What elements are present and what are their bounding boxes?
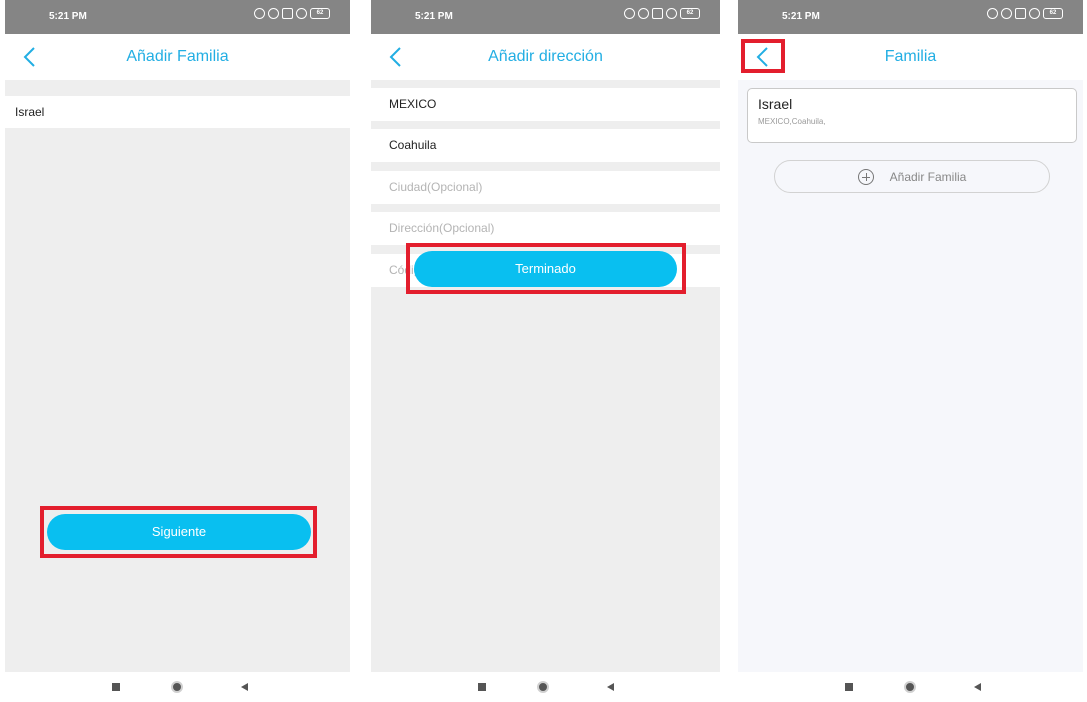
status-bar: 5:21 PM 62 bbox=[5, 0, 350, 34]
header: Añadir Familia bbox=[5, 34, 350, 80]
status-time: 5:21 PM bbox=[415, 11, 453, 22]
page-title: Añadir dirección bbox=[488, 48, 603, 65]
page-title: Familia bbox=[884, 48, 937, 65]
state-field[interactable]: Coahuila bbox=[371, 129, 720, 162]
content-area: Israel bbox=[5, 80, 350, 672]
battery-icon: 62 bbox=[310, 8, 330, 19]
nav-recent-icon[interactable] bbox=[112, 683, 120, 691]
alarm-icon bbox=[268, 8, 279, 19]
content-area: Israel MEXICO,Coahuila, Añadir Familia bbox=[738, 80, 1083, 672]
status-icons: 62 bbox=[254, 8, 330, 19]
nav-home-icon[interactable] bbox=[537, 681, 549, 693]
nav-recent-icon[interactable] bbox=[478, 683, 486, 691]
status-icons: 62 bbox=[624, 8, 700, 19]
alarm-icon bbox=[1001, 8, 1012, 19]
page-title: Añadir Familia bbox=[126, 48, 229, 65]
sync-icon bbox=[987, 8, 998, 19]
screen-family-list: 5:21 PM 62 Familia Israel MEXICO,Coahuil… bbox=[738, 0, 1083, 702]
city-field[interactable]: Ciudad(Opcional) bbox=[371, 171, 720, 204]
nav-back-icon[interactable] bbox=[974, 683, 981, 691]
nav-back-icon[interactable] bbox=[607, 683, 614, 691]
sync-icon bbox=[254, 8, 265, 19]
alarm-icon bbox=[638, 8, 649, 19]
content-area: MEXICO Coahuila Ciudad(Opcional) Direcci… bbox=[371, 80, 720, 672]
address-field[interactable]: Dirección(Opcional) bbox=[371, 212, 720, 245]
country-field[interactable]: MEXICO bbox=[371, 88, 720, 121]
sync-icon bbox=[624, 8, 635, 19]
add-family-button[interactable]: Añadir Familia bbox=[774, 160, 1050, 193]
system-nav-bar bbox=[371, 672, 720, 702]
header: Familia bbox=[738, 34, 1083, 80]
city-placeholder: Ciudad(Opcional) bbox=[389, 180, 483, 194]
battery-icon: 62 bbox=[1043, 8, 1063, 19]
nav-home-icon[interactable] bbox=[171, 681, 183, 693]
sim-icon bbox=[1015, 8, 1026, 19]
wifi-icon bbox=[666, 8, 677, 19]
wifi-icon bbox=[296, 8, 307, 19]
nav-home-icon[interactable] bbox=[904, 681, 916, 693]
status-icons: 62 bbox=[987, 8, 1063, 19]
family-name: Israel bbox=[758, 96, 793, 112]
wifi-icon bbox=[1029, 8, 1040, 19]
plus-circle-icon bbox=[857, 168, 874, 185]
system-nav-bar bbox=[5, 672, 350, 702]
highlight-box bbox=[741, 39, 785, 73]
family-address: MEXICO,Coahuila, bbox=[758, 117, 826, 126]
status-time: 5:21 PM bbox=[782, 11, 820, 22]
battery-icon: 62 bbox=[680, 8, 700, 19]
highlight-box bbox=[40, 506, 317, 558]
highlight-box bbox=[406, 243, 686, 294]
status-bar: 5:21 PM 62 bbox=[371, 0, 720, 34]
screen-add-family: 5:21 PM 62 Añadir Familia Israel Siguien… bbox=[5, 0, 350, 702]
sim-icon bbox=[282, 8, 293, 19]
screen-add-address: 5:21 PM 62 Añadir dirección MEXICO Coahu… bbox=[371, 0, 720, 702]
sim-icon bbox=[652, 8, 663, 19]
nav-back-icon[interactable] bbox=[241, 683, 248, 691]
header: Añadir dirección bbox=[371, 34, 720, 80]
family-name-input[interactable]: Israel bbox=[5, 96, 350, 128]
system-nav-bar bbox=[738, 672, 1083, 702]
nav-recent-icon[interactable] bbox=[845, 683, 853, 691]
family-card[interactable]: Israel MEXICO,Coahuila, bbox=[747, 88, 1077, 143]
status-bar: 5:21 PM 62 bbox=[738, 0, 1083, 34]
status-time: 5:21 PM bbox=[49, 11, 87, 22]
add-family-label: Añadir Familia bbox=[889, 169, 967, 184]
address-placeholder: Dirección(Opcional) bbox=[389, 221, 495, 235]
